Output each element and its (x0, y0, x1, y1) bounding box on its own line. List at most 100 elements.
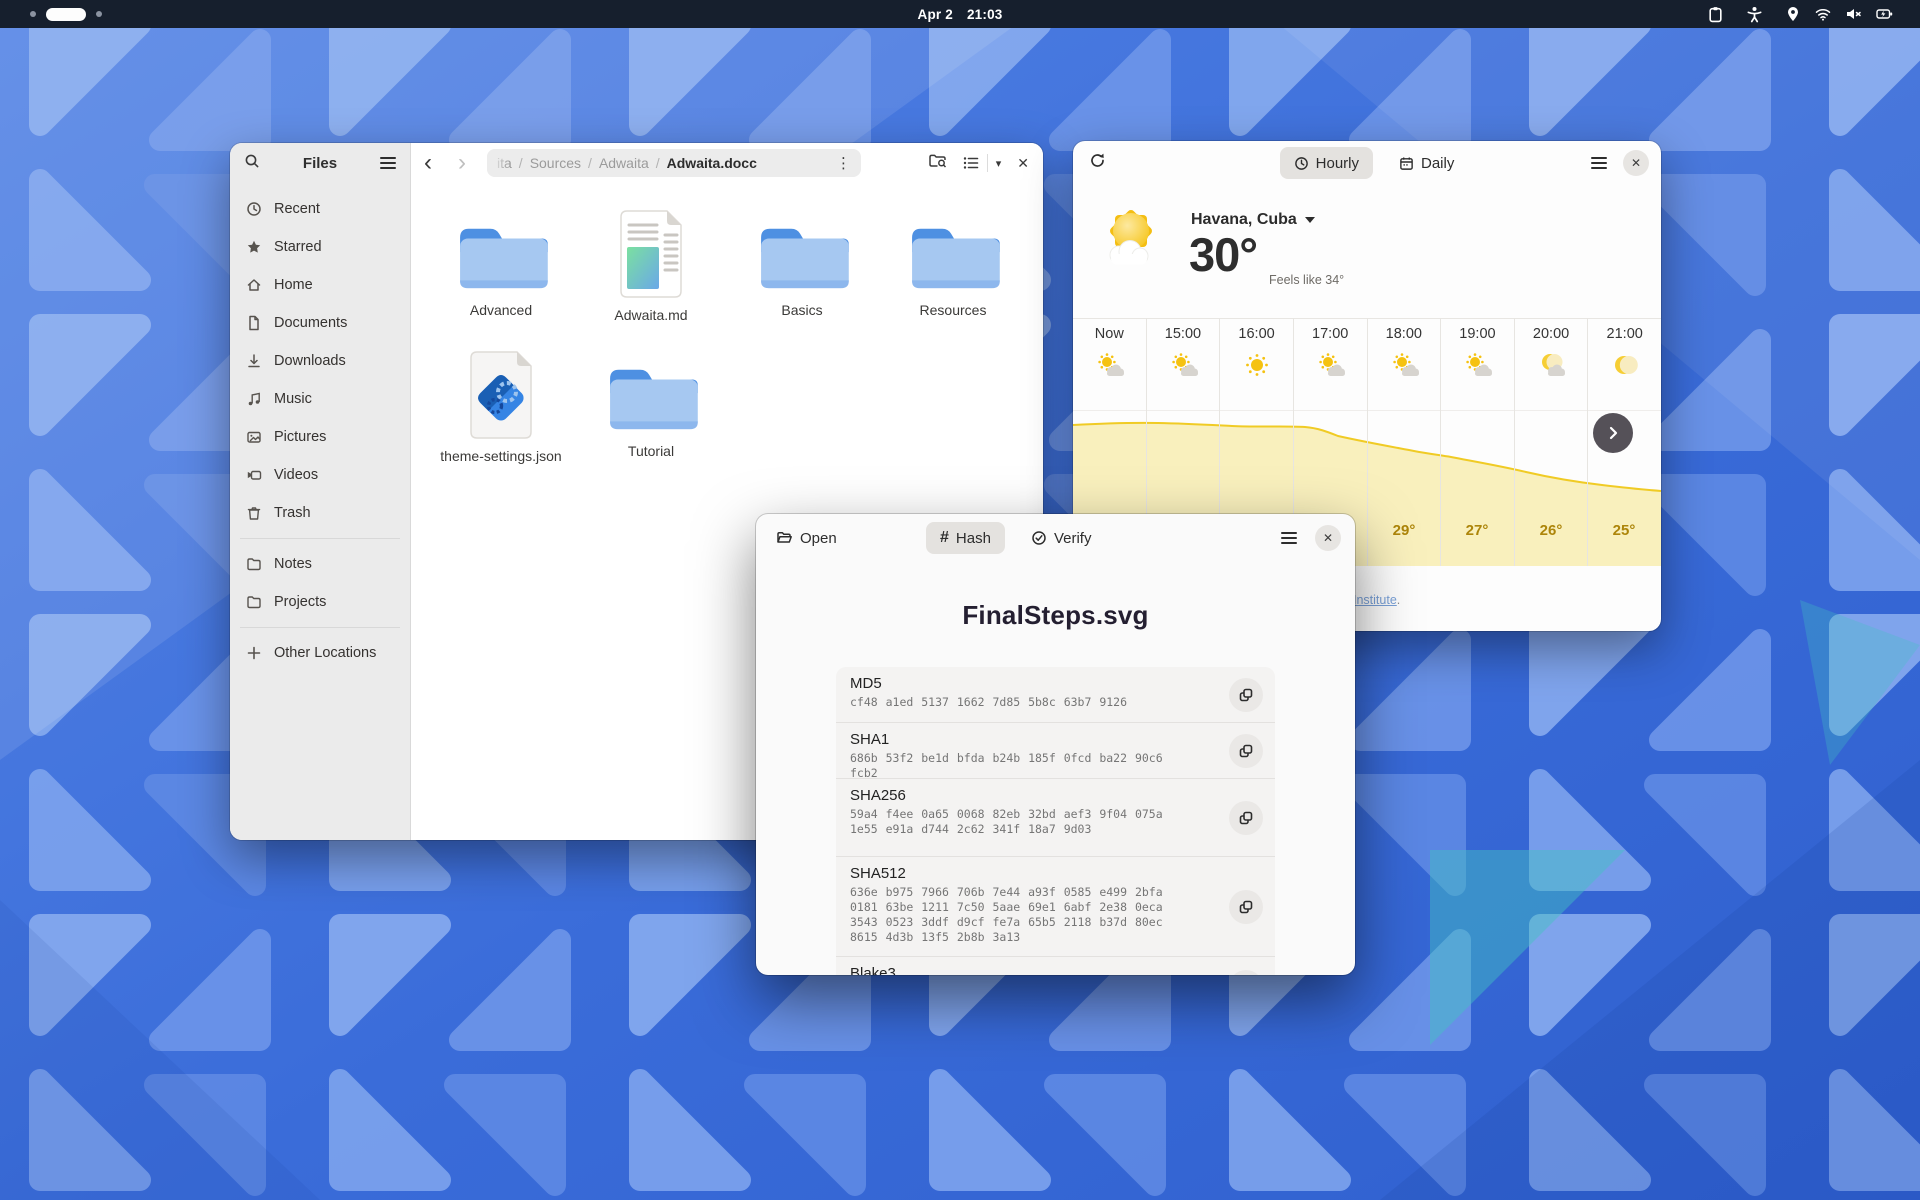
hash-icon: # (940, 529, 949, 547)
clock-time: 21:03 (967, 7, 1003, 22)
copy-icon (1238, 899, 1254, 915)
tab-verify[interactable]: Verify (1031, 530, 1092, 547)
json-file-icon (463, 350, 539, 440)
breadcrumb[interactable]: ita / Sources / Adwaita / Adwaita.docc ⋮ (487, 149, 861, 177)
tab-daily[interactable]: Daily (1399, 155, 1454, 172)
copy-button[interactable] (1229, 734, 1263, 768)
sidebar-item-documents[interactable]: Documents (236, 304, 404, 342)
calendar-icon (1399, 156, 1414, 171)
sidebar-item-notes[interactable]: Notes (236, 545, 404, 583)
moon-icon (1610, 352, 1640, 378)
file-item-advanced[interactable]: Advanced (426, 218, 576, 318)
hash-row-sha256: SHA256 59a4 f4ee 0a65 0068 82eb 32bd aef… (836, 778, 1275, 856)
sidebar-separator (240, 538, 400, 539)
folder-icon (454, 218, 548, 294)
video-camera-icon (246, 467, 262, 483)
menu-icon[interactable] (1281, 532, 1297, 544)
copy-button[interactable] (1229, 970, 1263, 975)
copy-button[interactable] (1229, 678, 1263, 712)
feels-like: Feels like 34° (1269, 273, 1344, 287)
folder-icon (246, 556, 262, 572)
list-view-icon (963, 156, 979, 170)
open-button[interactable]: Open (776, 530, 837, 547)
breadcrumb-segment[interactable]: Adwaita (599, 155, 649, 171)
files-sidebar-header: Files (230, 143, 410, 183)
sidebar-item-recent[interactable]: Recent (236, 190, 404, 228)
window-close-button[interactable]: ✕ (1017, 155, 1029, 172)
file-item-resources[interactable]: Resources (878, 218, 1028, 318)
current-temperature: 30° (1189, 227, 1257, 282)
temperature-label: 26° (1521, 522, 1581, 539)
sidebar-item-home[interactable]: Home (236, 266, 404, 304)
next-hours-button[interactable] (1593, 413, 1633, 453)
divider (987, 154, 988, 172)
music-note-icon (246, 391, 262, 407)
hash-row-blake3: Blake3 (836, 956, 1275, 975)
sun-cloud-icon (1389, 352, 1419, 378)
check-circle-icon (1031, 530, 1047, 546)
hash-row-md5: MD5 cf48 a1ed 5137 1662 7d85 5b8c 63b7 9… (836, 667, 1275, 722)
tab-hash[interactable]: # Hash (926, 522, 1005, 554)
sidebar-item-downloads[interactable]: Downloads (236, 342, 404, 380)
breadcrumb-segment[interactable]: Sources (530, 155, 581, 171)
view-toggle[interactable]: ▾ (963, 154, 1002, 172)
file-item-adwaita-md[interactable]: Adwaita.md (576, 209, 726, 323)
hashed-filename: FinalSteps.svg (756, 600, 1355, 631)
file-item-tutorial[interactable]: Tutorial (576, 359, 726, 459)
moon-cloud-icon (1536, 352, 1566, 378)
sidebar-item-trash[interactable]: Trash (236, 494, 404, 532)
star-icon (246, 239, 262, 255)
folder-icon (246, 594, 262, 610)
sun-cloud-icon (1087, 195, 1175, 288)
chevron-down-icon (1305, 217, 1315, 223)
plus-icon (246, 645, 262, 661)
clock-icon (1294, 156, 1309, 171)
chevron-down-icon[interactable]: ▾ (996, 157, 1002, 170)
sidebar-item-other-locations[interactable]: Other Locations (236, 634, 404, 672)
temperature-label: 29° (1374, 522, 1434, 539)
breadcrumb-current[interactable]: Adwaita.docc (667, 155, 757, 171)
sun-cloud-icon (1168, 352, 1198, 378)
forward-button[interactable]: › (445, 144, 479, 182)
back-button[interactable]: ‹ (411, 144, 445, 182)
dialog-close-button[interactable]: ✕ (1315, 525, 1341, 551)
clock-date: Apr 2 (918, 7, 954, 22)
hash-row-sha512: SHA512 636e b975 7966 706b 7e44 a93f 058… (836, 856, 1275, 956)
folder-icon (755, 218, 849, 294)
document-icon (246, 315, 262, 331)
hash-dialog-window: Open # Hash Verify ✕ FinalSteps.svg MD5 … (756, 514, 1355, 975)
sun-cloud-icon (1094, 352, 1124, 378)
chevron-right-icon (1605, 425, 1621, 441)
weather-attribution: Institute. (1353, 593, 1400, 607)
sidebar-item-projects[interactable]: Projects (236, 583, 404, 621)
temperature-label: 27° (1447, 522, 1507, 539)
clock[interactable]: Apr 2 21:03 (0, 7, 1920, 22)
sidebar-item-pictures[interactable]: Pictures (236, 418, 404, 456)
file-item-basics[interactable]: Basics (727, 218, 877, 318)
folder-open-icon (776, 530, 793, 546)
hash-results-list: MD5 cf48 a1ed 5137 1662 7d85 5b8c 63b7 9… (836, 667, 1275, 975)
copy-button[interactable] (1229, 801, 1263, 835)
kebab-menu-icon[interactable]: ⋮ (836, 154, 851, 172)
copy-icon (1238, 687, 1254, 703)
sidebar-item-music[interactable]: Music (236, 380, 404, 418)
folder-icon (906, 218, 1000, 294)
search-icon[interactable] (244, 153, 260, 174)
menu-icon[interactable] (380, 157, 396, 169)
home-icon (246, 277, 262, 293)
top-bar: Apr 2 21:03 (0, 0, 1920, 28)
hash-row-sha1: SHA1 686b 53f2 be1d bfda b24b 185f 0fcd … (836, 722, 1275, 778)
files-sidebar: Files Recent Starred Home Documents (230, 143, 411, 840)
file-item-theme-settings-json[interactable]: theme-settings.json (426, 350, 576, 464)
weather-headerbar: Hourly Daily ✕ (1073, 141, 1661, 185)
sun-cloud-icon (1315, 352, 1345, 378)
clock-icon (246, 201, 262, 217)
tab-hourly[interactable]: Hourly (1280, 147, 1373, 179)
copy-button[interactable] (1229, 890, 1263, 924)
search-folder-icon[interactable] (928, 152, 947, 174)
download-icon (246, 353, 262, 369)
sidebar-item-starred[interactable]: Starred (236, 228, 404, 266)
sidebar-item-videos[interactable]: Videos (236, 456, 404, 494)
attribution-link[interactable]: Institute (1353, 593, 1397, 607)
temperature-label: 25° (1594, 522, 1654, 539)
